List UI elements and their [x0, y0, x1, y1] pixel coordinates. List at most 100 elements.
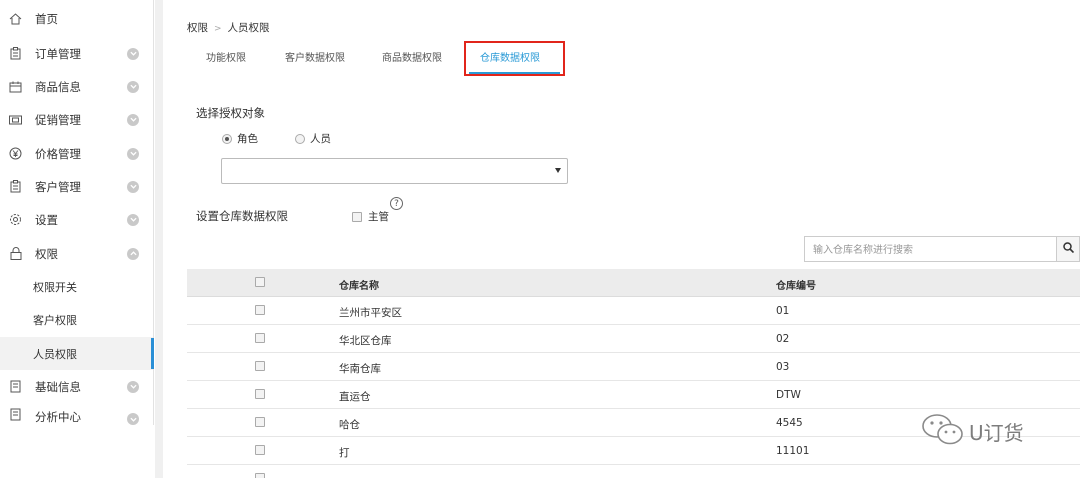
chevron-down-icon[interactable] [127, 80, 139, 93]
clipboard-icon [9, 47, 22, 60]
sidebar-item-basic-info[interactable]: 基础信息 [0, 370, 153, 403]
sidebar-subitem-staff-permissions[interactable]: 人员权限 [0, 337, 154, 370]
chevron-down-icon[interactable] [127, 380, 139, 393]
ticket-icon [9, 113, 22, 126]
dropdown-arrow-icon [555, 168, 561, 173]
sidebar-item-home[interactable]: 首页 [0, 2, 153, 35]
manager-checkbox[interactable] [352, 211, 362, 222]
gear-icon [9, 213, 22, 226]
document-icon [9, 408, 22, 421]
warehouse-code: 02 [776, 333, 790, 345]
search-box [804, 236, 1057, 262]
sidebar-item-label: 商品信息 [35, 79, 81, 94]
sidebar-item-label: 首页 [35, 11, 58, 26]
radio-button-checked[interactable] [222, 133, 232, 144]
sidebar-item-label: 设置 [35, 212, 58, 227]
breadcrumb-root[interactable]: 权限 [187, 22, 208, 34]
warehouse-name: 直运仓 [339, 391, 371, 403]
warehouse-code: 03 [776, 361, 790, 373]
active-indicator [151, 338, 154, 369]
row-checkbox[interactable] [255, 305, 265, 315]
row-checkbox[interactable] [255, 445, 265, 455]
sidebar-subitem-label: 权限开关 [33, 280, 77, 294]
radio-role[interactable]: 角色 [222, 131, 258, 146]
clipboard-icon [9, 180, 22, 193]
warehouse-code: 4545 [776, 417, 803, 429]
warehouse-permission-label: 设置仓库数据权限 [196, 209, 288, 223]
column-header-code: 仓库编号 [776, 281, 816, 292]
warehouse-code: 11101 [776, 445, 810, 457]
watermark-text: U订货 [969, 421, 1024, 445]
column-header-name: 仓库名称 [339, 281, 379, 292]
row-checkbox[interactable] [255, 417, 265, 427]
warehouse-name: 华南仓库 [339, 363, 381, 375]
chevron-down-icon[interactable] [127, 113, 139, 126]
sidebar: 首页 订单管理 商品信息 促销管理 价格管理 客户管理 设置 权限 权限开关 客… [0, 0, 154, 425]
chevron-up-icon[interactable] [127, 247, 139, 260]
chevron-down-icon[interactable] [127, 413, 139, 425]
tab-function-permissions[interactable]: 功能权限 [206, 49, 246, 64]
warehouse-code: 01 [776, 305, 790, 317]
sidebar-subitem-permission-switch[interactable]: 权限开关 [0, 270, 153, 303]
yen-icon [9, 147, 22, 160]
warehouse-name: 哈仓 [339, 419, 360, 431]
sidebar-item-products[interactable]: 商品信息 [0, 70, 153, 103]
sidebar-item-pricing[interactable]: 价格管理 [0, 137, 153, 170]
chevron-down-icon[interactable] [127, 147, 139, 160]
warehouse-name: 华北区仓库 [339, 335, 392, 347]
help-icon[interactable]: ? [390, 197, 403, 210]
tab-product-data-permissions[interactable]: 商品数据权限 [382, 49, 442, 64]
select-all-checkbox[interactable] [255, 277, 265, 287]
warehouse-name: 兰州市平安区 [339, 307, 402, 319]
table-row: 兰州市平安区 01 [187, 297, 1080, 325]
search-input[interactable] [813, 242, 1043, 258]
sidebar-item-label: 权限 [35, 246, 58, 261]
radio-button[interactable] [295, 133, 305, 144]
sidebar-item-label: 价格管理 [35, 146, 81, 161]
sidebar-item-permissions[interactable]: 权限 [0, 237, 153, 270]
manager-label: 主管 [368, 211, 389, 223]
manager-checkbox-group[interactable]: 主管 [352, 209, 389, 224]
sidebar-item-label: 分析中心 [35, 410, 81, 424]
sidebar-subitem-label: 客户权限 [33, 313, 77, 327]
table-header-row: 仓库名称 仓库编号 [187, 269, 1080, 297]
search-button[interactable] [1057, 236, 1080, 262]
warehouse-code: DTW [776, 389, 801, 401]
row-checkbox[interactable] [255, 361, 265, 371]
lock-icon [9, 247, 22, 260]
sidebar-item-promotions[interactable]: 促销管理 [0, 103, 153, 136]
search-icon [1062, 242, 1074, 256]
row-checkbox[interactable] [255, 333, 265, 343]
sidebar-subitem-label: 人员权限 [33, 347, 77, 361]
table-row: 直运仓 DTW [187, 381, 1080, 409]
warehouse-name: 打 [339, 447, 350, 459]
sidebar-item-label: 客户管理 [35, 179, 81, 194]
tab-customer-data-permissions[interactable]: 客户数据权限 [285, 49, 345, 64]
document-icon [9, 380, 22, 393]
target-select[interactable] [221, 158, 568, 184]
sidebar-item-settings[interactable]: 设置 [0, 203, 153, 236]
home-icon [9, 12, 22, 25]
radio-person[interactable]: 人员 [295, 131, 331, 146]
breadcrumb-separator: > [214, 24, 222, 34]
radio-person-label: 人员 [310, 133, 331, 145]
sidebar-item-label: 订单管理 [35, 46, 81, 61]
select-target-label: 选择授权对象 [196, 106, 265, 120]
sidebar-item-analytics[interactable]: 分析中心 [0, 403, 153, 425]
sidebar-item-customers[interactable]: 客户管理 [0, 170, 153, 203]
sidebar-item-orders[interactable]: 订单管理 [0, 37, 153, 70]
table-row: 华南仓库 03 [187, 353, 1080, 381]
chevron-down-icon[interactable] [127, 47, 139, 60]
row-checkbox[interactable] [255, 473, 265, 478]
sidebar-subitem-customer-permissions[interactable]: 客户权限 [0, 303, 153, 336]
chevron-down-icon[interactable] [127, 213, 139, 226]
highlight-box [464, 41, 565, 76]
wechat-icon [921, 413, 965, 450]
sidebar-item-label: 基础信息 [35, 379, 81, 394]
table-row [187, 465, 1080, 478]
row-checkbox[interactable] [255, 389, 265, 399]
layout-gutter [155, 0, 163, 478]
calendar-icon [9, 80, 22, 93]
chevron-down-icon[interactable] [127, 180, 139, 193]
breadcrumb: 权限 > 人员权限 [187, 20, 270, 35]
